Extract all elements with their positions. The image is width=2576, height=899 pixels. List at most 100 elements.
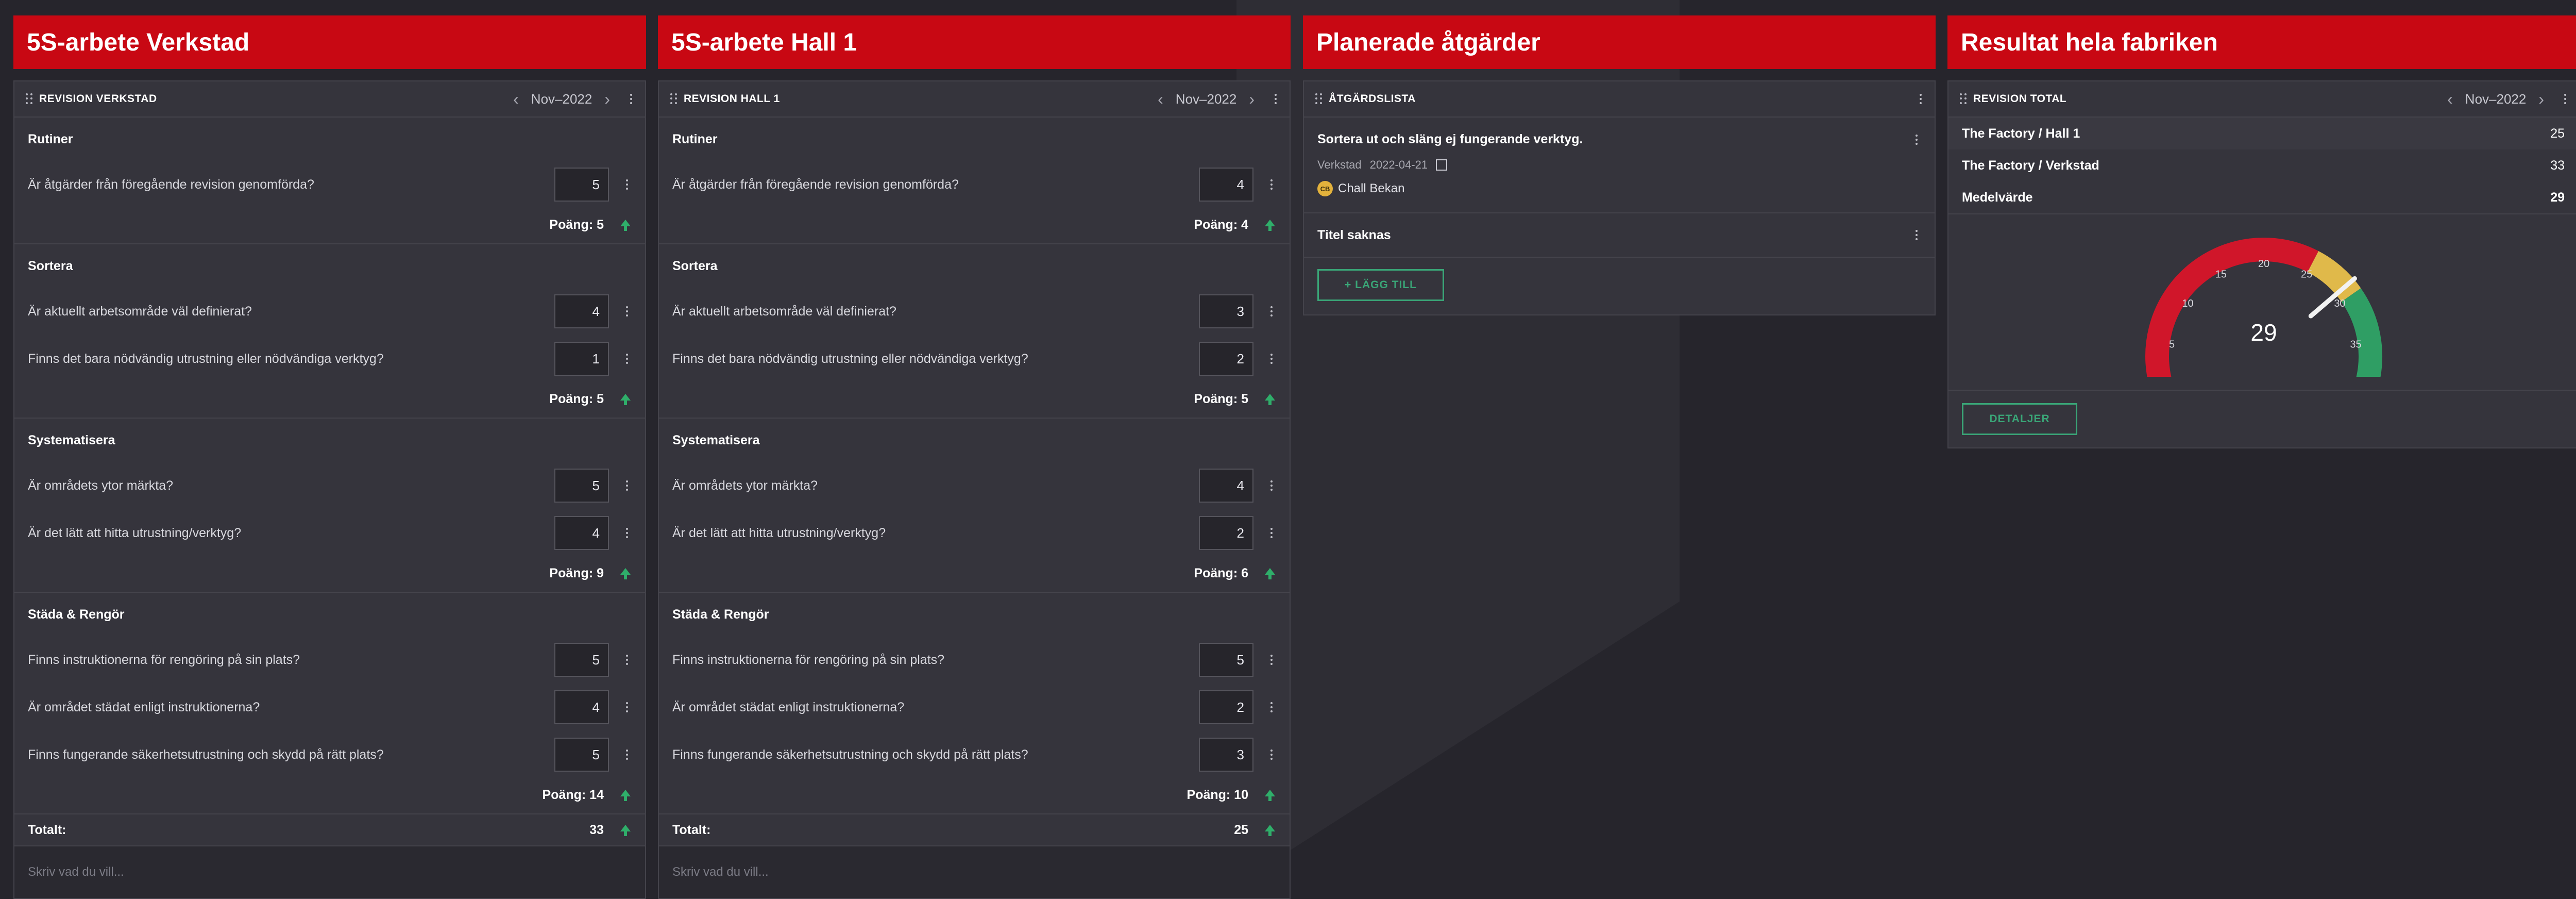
drag-handle-icon[interactable]: [26, 93, 33, 105]
question-row: Finns instruktionerna för rengöring på s…: [659, 636, 1290, 684]
panel-header: REVISION TOTAL ‹ Nov–2022 ›: [1948, 81, 2576, 118]
score-label: Poäng: 5: [549, 217, 604, 232]
month-label: Nov–2022: [1175, 91, 1237, 107]
kebab-menu-icon[interactable]: [623, 354, 631, 364]
question-row: Finns instruktionerna för rengöring på s…: [14, 636, 645, 684]
kebab-menu-icon[interactable]: [1268, 750, 1275, 760]
kebab-menu-icon[interactable]: [2562, 94, 2569, 104]
question-text: Finns fungerande säkerhetsutrustning och…: [672, 747, 1028, 762]
chevron-left-icon[interactable]: ‹: [1158, 91, 1163, 107]
kebab-menu-icon[interactable]: [623, 750, 631, 760]
score-input[interactable]: 5: [554, 168, 609, 202]
checkbox-icon[interactable]: [1436, 159, 1448, 171]
result-row[interactable]: The Factory / Hall 1 25: [1948, 118, 2576, 149]
question-row: Finns det bara nödvändig utrustning elle…: [659, 335, 1290, 382]
add-action-button[interactable]: + LÄGG TILL: [1317, 269, 1444, 301]
score-input[interactable]: 4: [1199, 168, 1253, 202]
details-button[interactable]: DETALJER: [1962, 403, 2077, 435]
panel-header: REVISION VERKSTAD ‹ Nov–2022 ›: [14, 81, 645, 118]
notes-input[interactable]: Skriv vad du vill...: [659, 846, 1290, 898]
section-heading: Sortera: [28, 258, 73, 273]
month-label: Nov–2022: [531, 91, 592, 107]
drag-handle-icon[interactable]: [1960, 93, 1967, 105]
kebab-menu-icon[interactable]: [1268, 655, 1275, 665]
kebab-menu-icon[interactable]: [623, 306, 631, 317]
question-text: Är det lätt att hitta utrustning/verktyg…: [672, 525, 886, 540]
action-title: Sortera ut och släng ej fungerande verkt…: [1317, 132, 1583, 146]
column-verkstad: 5S-arbete Verkstad REVISION VERKSTAD ‹ N…: [13, 15, 646, 899]
column-actions: Planerade åtgärder ÅTGÄRDSLISTA Sortera …: [1303, 15, 1936, 315]
chevron-right-icon[interactable]: ›: [604, 91, 610, 107]
score-input[interactable]: 2: [1199, 342, 1253, 376]
question-text: Är områdets ytor märkta?: [672, 478, 818, 493]
question-text: Är aktuellt arbetsområde väl definierat?: [672, 304, 896, 319]
average-label: Medelvärde: [1962, 190, 2033, 205]
section-score: Poäng: 5: [14, 208, 645, 241]
banner-title: 5S-arbete Hall 1: [658, 15, 1291, 69]
revision-panel: REVISION VERKSTAD ‹ Nov–2022 › Rutiner Ä…: [13, 80, 646, 899]
question-text: Finns det bara nödvändig utrustning elle…: [672, 351, 1028, 366]
score-input[interactable]: 5: [554, 643, 609, 677]
score-input[interactable]: 5: [1199, 643, 1253, 677]
notes-input[interactable]: Skriv vad du vill...: [14, 846, 645, 898]
panel-title: ÅTGÄRDSLISTA: [1329, 93, 1416, 105]
score-input[interactable]: 5: [554, 738, 609, 772]
kebab-menu-icon[interactable]: [1913, 230, 1920, 240]
action-item[interactable]: Titel saknas: [1304, 213, 1935, 258]
kebab-menu-icon[interactable]: [623, 528, 631, 538]
chevron-right-icon[interactable]: ›: [1249, 91, 1255, 107]
kebab-menu-icon[interactable]: [1268, 179, 1275, 190]
arrow-up-icon: [620, 789, 631, 801]
section-score: Poäng: 14: [14, 778, 645, 811]
gauge-tick-label: 15: [2215, 269, 2227, 280]
kebab-menu-icon[interactable]: [628, 94, 635, 104]
total-label: Totalt:: [672, 822, 711, 837]
score-input[interactable]: 3: [1199, 738, 1253, 772]
arrow-up-icon: [620, 219, 631, 231]
score-input[interactable]: 2: [1199, 516, 1253, 550]
avatar: CB: [1317, 181, 1333, 196]
column-hall1: 5S-arbete Hall 1 REVISION HALL 1 ‹ Nov–2…: [658, 15, 1291, 899]
kebab-menu-icon[interactable]: [1268, 528, 1275, 538]
total-row: Totalt: 25: [659, 814, 1290, 846]
kebab-menu-icon[interactable]: [1268, 480, 1275, 491]
score-input[interactable]: 3: [1199, 294, 1253, 328]
score-input[interactable]: 5: [554, 469, 609, 503]
section-systematisera: Systematisera Är områdets ytor märkta? 5…: [14, 419, 645, 593]
question-row: Är områdets ytor märkta? 5: [14, 462, 645, 509]
section-heading: Rutiner: [28, 131, 73, 146]
kebab-menu-icon[interactable]: [1917, 94, 1924, 104]
assignee-name: Chall Bekan: [1338, 181, 1405, 195]
drag-handle-icon[interactable]: [1315, 93, 1323, 105]
action-item[interactable]: Sortera ut och släng ej fungerande verkt…: [1304, 118, 1935, 213]
gauge-band: [2307, 251, 2361, 302]
kebab-menu-icon[interactable]: [623, 702, 631, 712]
assignee: CB Chall Bekan: [1317, 181, 1920, 196]
chevron-left-icon[interactable]: ‹: [2447, 91, 2453, 107]
score-input[interactable]: 1: [554, 342, 609, 376]
month-label: Nov–2022: [2465, 91, 2527, 107]
score-input[interactable]: 4: [554, 516, 609, 550]
chevron-right-icon[interactable]: ›: [2538, 91, 2544, 107]
result-row[interactable]: The Factory / Verkstad 33: [1948, 149, 2576, 181]
gauge-value: 29: [2250, 319, 2277, 346]
kebab-menu-icon[interactable]: [1268, 702, 1275, 712]
kebab-menu-icon[interactable]: [623, 655, 631, 665]
score-input[interactable]: 4: [554, 690, 609, 724]
question-text: Är åtgärder från föregående revision gen…: [28, 177, 314, 192]
kebab-menu-icon[interactable]: [1268, 354, 1275, 364]
question-text: Finns det bara nödvändig utrustning elle…: [28, 351, 384, 366]
kebab-menu-icon[interactable]: [623, 480, 631, 491]
kebab-menu-icon[interactable]: [1913, 134, 1920, 145]
kebab-menu-icon[interactable]: [623, 179, 631, 190]
arrow-up-icon: [1265, 568, 1275, 579]
drag-handle-icon[interactable]: [670, 93, 677, 105]
kebab-menu-icon[interactable]: [1268, 306, 1275, 317]
chevron-left-icon[interactable]: ‹: [513, 91, 519, 107]
score-input[interactable]: 4: [554, 294, 609, 328]
question-row: Finns fungerande säkerhetsutrustning och…: [14, 731, 645, 778]
total-label: Totalt:: [28, 822, 66, 837]
kebab-menu-icon[interactable]: [1272, 94, 1279, 104]
score-input[interactable]: 2: [1199, 690, 1253, 724]
score-input[interactable]: 4: [1199, 469, 1253, 503]
